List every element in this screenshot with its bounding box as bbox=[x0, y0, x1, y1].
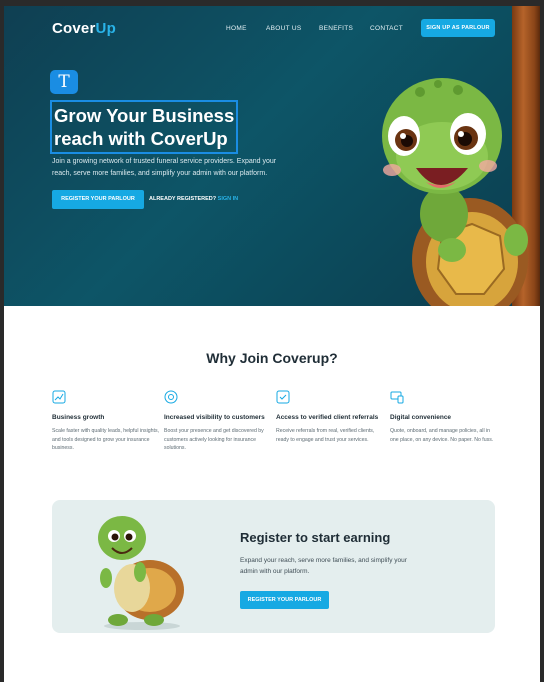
feature-digital-convenience: Digital convenience Quote, onboard, and … bbox=[390, 390, 500, 444]
logo[interactable]: CoverUp bbox=[52, 20, 116, 37]
nav-about-us[interactable]: ABOUT US bbox=[266, 25, 302, 32]
logo-accent: Up bbox=[95, 20, 116, 37]
cta-register-button[interactable]: REGISTER YOUR PARLOUR bbox=[240, 591, 329, 609]
feature-title: Digital convenience bbox=[390, 414, 452, 421]
cta-title: Register to start earning bbox=[240, 530, 391, 545]
feature-referrals: Access to verified client referrals Rece… bbox=[276, 390, 386, 444]
cta-description: Expand your reach, serve more families, … bbox=[240, 557, 407, 575]
text-tool-icon[interactable]: T bbox=[50, 70, 78, 94]
hero-section: CoverUp HOME ABOUT US BENEFITS CONTACT S… bbox=[4, 6, 540, 306]
already-registered-text: ALREADY REGISTERED? SIGN IN bbox=[149, 196, 238, 202]
eye-icon bbox=[164, 390, 178, 404]
signup-parlour-button[interactable]: SIGN UP AS PARLOUR bbox=[421, 19, 495, 37]
page: CoverUp HOME ABOUT US BENEFITS CONTACT S… bbox=[4, 6, 540, 682]
hero-title-line2: reach with CoverUp bbox=[54, 128, 228, 149]
feature-description: Boost your presence and get discovered b… bbox=[164, 428, 264, 451]
turtle-card-illustration bbox=[98, 516, 184, 630]
feature-title: Access to verified client referrals bbox=[276, 414, 379, 421]
why-join-title: Why Join Coverup? bbox=[206, 350, 338, 366]
nav-contact[interactable]: CONTACT bbox=[370, 25, 403, 32]
feature-visibility: Increased visibility to customers Boost … bbox=[164, 390, 274, 453]
already-label: ALREADY REGISTERED? bbox=[149, 196, 217, 202]
register-parlour-button[interactable]: REGISTER YOUR PARLOUR bbox=[52, 190, 144, 209]
devices-icon bbox=[390, 391, 404, 404]
chart-icon bbox=[52, 390, 66, 404]
feature-description: Receive referrals from real, verified cl… bbox=[276, 428, 375, 443]
logo-main: Cover bbox=[52, 20, 96, 37]
hero-title-selection[interactable]: Grow Your Business reach with CoverUp bbox=[50, 100, 238, 154]
feature-title: Increased visibility to customers bbox=[164, 414, 265, 421]
nav-benefits[interactable]: BENEFITS bbox=[319, 25, 353, 32]
hero-description: Join a growing network of trusted funera… bbox=[52, 158, 277, 177]
turtle-mascot-illustration bbox=[382, 78, 528, 306]
check-icon bbox=[276, 390, 290, 404]
feature-description: Quote, onboard, and manage policies, all… bbox=[390, 428, 494, 443]
feature-title: Business growth bbox=[52, 414, 105, 421]
hero-title-line1: Grow Your Business bbox=[54, 105, 235, 126]
feature-business-growth: Business growth Scale faster with qualit… bbox=[52, 390, 162, 453]
nav-home[interactable]: HOME bbox=[226, 25, 247, 32]
feature-description: Scale faster with quality leads, helpful… bbox=[52, 428, 159, 451]
sign-in-link[interactable]: SIGN IN bbox=[218, 196, 238, 202]
register-cta-card: Register to start earning Expand your re… bbox=[52, 500, 495, 633]
